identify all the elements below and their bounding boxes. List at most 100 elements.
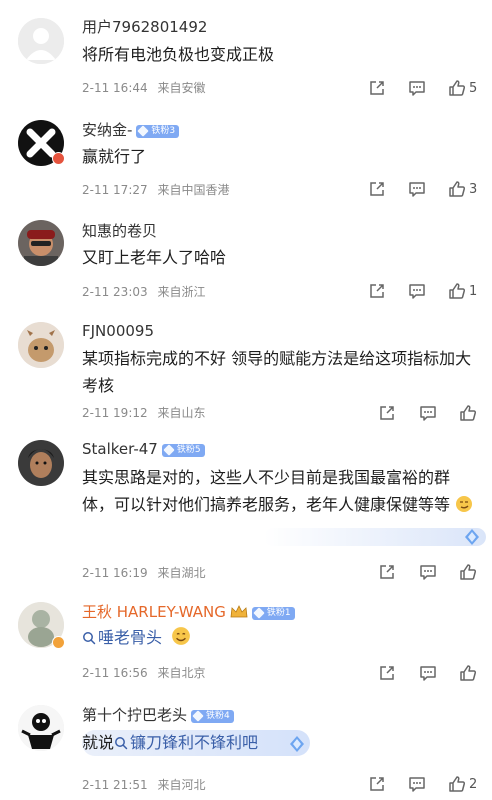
reply-button[interactable]: [419, 663, 437, 683]
comment-actions: 2: [366, 774, 486, 794]
fan-badge: 铁粉4: [191, 710, 234, 723]
comment-location: 来自湖北: [157, 566, 206, 580]
crown-icon: [230, 605, 248, 618]
like-button[interactable]: [459, 562, 477, 582]
comment-meta: 2-11 19:12 来自山东: [82, 404, 205, 421]
comment-icon: [420, 565, 436, 580]
comment-meta: 2-11 16:19 来自湖北: [82, 564, 205, 581]
smirk-emoji-icon: [456, 496, 473, 512]
comment-meta: 2-11 21:51 来自河北: [82, 776, 205, 793]
username[interactable]: 用户7962801492: [82, 16, 207, 37]
comment-location: 来自中国香港: [157, 183, 230, 197]
reaction-bubble: [264, 528, 486, 546]
share-icon: [380, 406, 394, 420]
comment-date: 2-11 21:51: [82, 778, 148, 792]
search-icon: [83, 632, 96, 645]
diamond-icon[interactable]: [463, 528, 481, 546]
like-count: 2: [469, 776, 478, 792]
like-button[interactable]: 5: [448, 78, 477, 98]
share-button[interactable]: [378, 403, 396, 423]
avatar[interactable]: [18, 18, 64, 64]
username-text: 王秋 HARLEY-WANG: [82, 603, 226, 621]
comment-meta: 2-11 16:56 来自北京: [82, 664, 205, 681]
thumbs-up-icon: [449, 181, 466, 197]
share-button[interactable]: [378, 562, 396, 582]
comment-text: 赢就行了: [82, 147, 147, 166]
verified-badge-icon: [52, 636, 65, 649]
share-button[interactable]: [368, 281, 386, 301]
comment-actions: [366, 562, 486, 582]
comment-icon: [420, 406, 436, 421]
comment-date: 2-11 17:27: [82, 183, 148, 197]
comment-location: 来自河北: [157, 778, 206, 792]
comment-location: 来自安徽: [157, 81, 206, 95]
like-count: 5: [469, 80, 478, 96]
like-button[interactable]: 2: [448, 774, 477, 794]
comment-icon: [409, 81, 425, 96]
username[interactable]: 知惠的卷贝: [82, 220, 157, 241]
comment-text: 又盯上老年人了哈哈: [82, 248, 227, 267]
comment-text: 某项指标完成的不好 领导的赋能方法是给这项指标加大考核: [82, 349, 472, 395]
like-button[interactable]: 1: [448, 281, 477, 301]
username[interactable]: 第十个拧巴老头 铁粉4: [82, 704, 234, 725]
reply-button[interactable]: [408, 78, 426, 98]
comment-date: 2-11 16:56: [82, 666, 148, 680]
search-icon: [115, 737, 128, 750]
like-button[interactable]: [459, 663, 477, 683]
topic-link[interactable]: 唾老骨头: [98, 628, 162, 647]
comment-actions: 1: [366, 281, 486, 301]
share-button[interactable]: [368, 179, 386, 199]
avatar[interactable]: [18, 440, 64, 486]
verified-badge-icon: [52, 152, 65, 165]
username[interactable]: 王秋 HARLEY-WANG 铁粉1: [82, 601, 295, 622]
like-button[interactable]: 3: [448, 179, 477, 199]
comment-actions: [366, 403, 486, 423]
fan-badge: 铁粉1: [251, 607, 295, 620]
share-button[interactable]: [368, 78, 386, 98]
reply-button[interactable]: [408, 179, 426, 199]
comment-icon: [409, 777, 425, 792]
username[interactable]: 安纳金- 铁粉3: [82, 119, 180, 140]
username[interactable]: FJN00095: [82, 322, 154, 340]
comment-date: 2-11 23:03: [82, 285, 148, 299]
avatar[interactable]: [18, 220, 64, 266]
username-text: 安纳金-: [82, 121, 133, 139]
avatar[interactable]: [18, 322, 64, 368]
comment-text: 唾老骨头: [82, 624, 477, 651]
comment-icon: [420, 666, 436, 681]
reply-button[interactable]: [419, 403, 437, 423]
thumbs-up-icon: [460, 564, 477, 580]
topic-link[interactable]: 镰刀锋利不锋利吧: [130, 733, 258, 752]
share-icon: [370, 182, 384, 196]
avatar[interactable]: [18, 705, 64, 751]
comment-text-body: 其实思路是对的，这些人不少目前是我国最富裕的群体，可以针对他们搞养老服务，老年人…: [82, 468, 451, 514]
share-button[interactable]: [378, 663, 396, 683]
smile-emoji-icon: [172, 627, 190, 645]
comment-text: 就说 镰刀锋利不锋利吧: [82, 729, 477, 756]
username-text: Stalker-47: [82, 440, 158, 458]
reply-button[interactable]: [408, 281, 426, 301]
username-text: 第十个拧巴老头: [82, 706, 188, 724]
comment-icon: [409, 182, 425, 197]
comment-actions: 5: [366, 78, 486, 98]
share-icon: [370, 284, 384, 298]
reply-button[interactable]: [419, 562, 437, 582]
like-count: 1: [469, 283, 478, 299]
like-count: 3: [469, 181, 478, 197]
comment-icon: [409, 284, 425, 299]
comment-meta: 2-11 16:44 来自安徽: [82, 79, 205, 96]
share-icon: [370, 81, 384, 95]
thumbs-up-icon: [449, 283, 466, 299]
username[interactable]: Stalker-47 铁粉5: [82, 440, 205, 458]
share-button[interactable]: [368, 774, 386, 794]
thumbs-up-icon: [449, 776, 466, 792]
comment-location: 来自北京: [157, 666, 206, 680]
thumbs-up-icon: [449, 80, 466, 96]
comment-date: 2-11 19:12: [82, 406, 148, 420]
diamond-icon[interactable]: [288, 735, 306, 753]
reply-button[interactable]: [408, 774, 426, 794]
fan-badge: 铁粉5: [161, 444, 205, 457]
fan-badge: 铁粉3: [136, 125, 180, 138]
like-button[interactable]: [459, 403, 477, 423]
share-icon: [370, 777, 384, 791]
